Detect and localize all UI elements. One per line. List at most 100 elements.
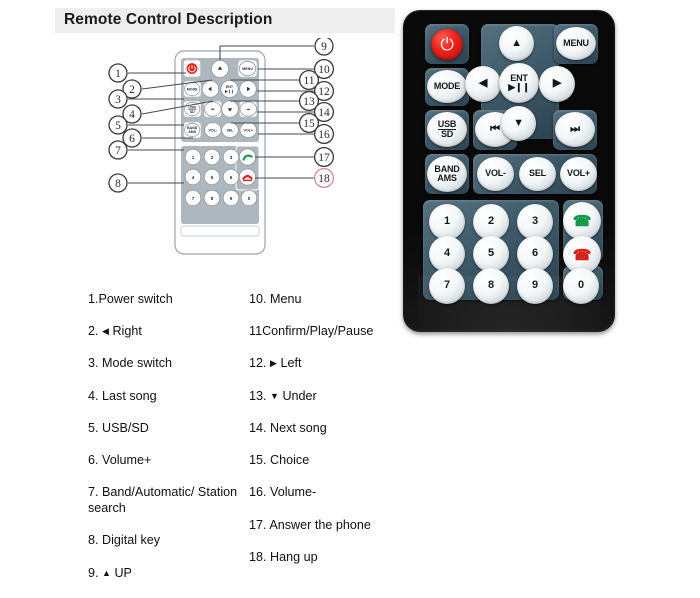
legend-item-7: 7. Band/Automatic/ Station search bbox=[88, 485, 248, 516]
legend-num-8: 8. bbox=[88, 533, 99, 548]
ams-label: AMS bbox=[437, 173, 457, 183]
photo-key-5[interactable]: 5 bbox=[473, 236, 509, 272]
svg-text:8: 8 bbox=[211, 196, 214, 201]
photo-key-0[interactable]: 0 bbox=[563, 268, 599, 304]
legend-text-9: UP bbox=[114, 565, 132, 580]
svg-text:MODE: MODE bbox=[187, 88, 198, 92]
photo-volume-up-button[interactable]: VOL+ bbox=[560, 157, 597, 191]
legend-item-15: 15. Choice bbox=[249, 453, 424, 469]
photo-sel-button[interactable]: SEL bbox=[519, 157, 556, 191]
legend-num-10: 10. bbox=[249, 292, 267, 306]
legend-num-13: 13. bbox=[249, 388, 267, 403]
svg-text:USB: USB bbox=[188, 105, 196, 109]
photo-up-button[interactable]: ▲ bbox=[499, 26, 534, 61]
legend-text-15: Choice bbox=[270, 453, 310, 468]
photo-next-track-button[interactable]: ⏭ bbox=[555, 112, 595, 147]
legend-text-17: Answer the phone bbox=[269, 517, 371, 532]
key-9-label: 9 bbox=[532, 279, 538, 292]
legend-item-2: 2. ◀ Right bbox=[88, 324, 248, 340]
left-triangle-icon: ◀ bbox=[478, 77, 488, 90]
legend-num-5: 5. bbox=[88, 420, 99, 435]
key-3-label: 3 bbox=[532, 215, 538, 228]
svg-text:AMS: AMS bbox=[188, 130, 197, 134]
legend-column-right: 10. Menu 11Confirm/Play/Pause 12. ▶ Left… bbox=[249, 292, 424, 582]
legend-item-13: 13. ▼ Under bbox=[249, 389, 424, 405]
key-0-label: 0 bbox=[578, 279, 584, 292]
legend-item-5: 5. USB/SD bbox=[88, 421, 248, 437]
legend-text-14: Next song bbox=[270, 420, 327, 435]
right-triangle-icon: ▶ bbox=[270, 358, 277, 369]
photo-band-ams-button[interactable]: BAND AMS bbox=[427, 156, 467, 192]
photo-key-4[interactable]: 4 bbox=[429, 236, 465, 272]
key-5-label: 5 bbox=[488, 247, 494, 260]
photo-power-button[interactable]: ⏻ bbox=[431, 29, 463, 60]
legend-item-10: 10. Menu bbox=[249, 292, 424, 308]
legend-item-14: 14. Next song bbox=[249, 421, 424, 437]
key-4-label: 4 bbox=[444, 247, 450, 260]
legend-text-18: Hang up bbox=[270, 549, 318, 564]
hang-up-icon: ☎ bbox=[572, 246, 592, 264]
legend-text-8: Digital key bbox=[102, 533, 161, 548]
answer-call-icon: ☎ bbox=[572, 212, 592, 230]
right-triangle-icon: ▶ bbox=[552, 77, 562, 90]
previous-track-icon: ⏮ bbox=[490, 122, 500, 135]
photo-answer-call-button[interactable]: ☎ bbox=[563, 202, 601, 240]
photo-usb-sd-button[interactable]: USB SD bbox=[427, 112, 467, 147]
remote-control-callout-diagram: .cb { fill:#ffffff; stroke:#3b3b3b; stro… bbox=[100, 38, 360, 273]
legend-text-6: Volume+ bbox=[102, 453, 152, 468]
mode-label: MODE bbox=[433, 80, 461, 91]
legend-num-4: 4. bbox=[88, 388, 99, 403]
legend-item-16: 16. Volume- bbox=[249, 485, 424, 501]
photo-key-2[interactable]: 2 bbox=[473, 204, 509, 240]
legend-item-18: 18. Hang up bbox=[249, 550, 424, 566]
key-1-label: 1 bbox=[444, 215, 450, 228]
photo-mode-button[interactable]: MODE bbox=[427, 70, 467, 103]
svg-text:11: 11 bbox=[303, 75, 314, 87]
svg-text:18: 18 bbox=[318, 173, 330, 185]
legend-item-12: 12. ▶ Left bbox=[249, 356, 424, 372]
svg-text:VOL-: VOL- bbox=[209, 129, 218, 133]
legend-num-16: 16. bbox=[249, 485, 267, 500]
svg-text:2: 2 bbox=[129, 84, 135, 96]
svg-text:ENT: ENT bbox=[226, 85, 234, 89]
next-track-icon: ⏭ bbox=[570, 122, 580, 135]
legend-text-7: Band/Automatic/ Station search bbox=[88, 485, 238, 516]
photo-key-1[interactable]: 1 bbox=[429, 204, 465, 240]
svg-text:1: 1 bbox=[192, 155, 195, 160]
legend-num-9: 9. bbox=[88, 565, 99, 580]
svg-text:5: 5 bbox=[115, 120, 121, 132]
photo-left-button[interactable]: ◀ bbox=[465, 66, 501, 102]
legend-text-16: Volume- bbox=[270, 485, 317, 500]
svg-text:6: 6 bbox=[129, 133, 135, 145]
svg-text:13: 13 bbox=[303, 96, 315, 108]
svg-text:5: 5 bbox=[211, 175, 214, 180]
legend-item-9: 9. ▲ UP bbox=[88, 566, 248, 582]
legend-num-6: 6. bbox=[88, 453, 99, 468]
legend-item-17: 17. Answer the phone bbox=[249, 518, 424, 534]
sel-label: SEL bbox=[529, 168, 546, 179]
svg-text:SD: SD bbox=[190, 110, 195, 114]
photo-menu-button[interactable]: MENU bbox=[556, 27, 596, 60]
legend-item-4: 4. Last song bbox=[88, 389, 248, 405]
page-title: Remote Control Description bbox=[64, 11, 273, 28]
key-6-label: 6 bbox=[532, 247, 538, 260]
svg-text:17: 17 bbox=[318, 152, 330, 164]
photo-key-6[interactable]: 6 bbox=[517, 236, 553, 272]
up-triangle-icon: ▲ bbox=[511, 36, 522, 49]
svg-text:3: 3 bbox=[115, 94, 121, 106]
legend-num-1: 1. bbox=[88, 292, 99, 306]
svg-text:VOL+: VOL+ bbox=[244, 129, 254, 133]
photo-ent-play-pause-button[interactable]: ENT ▶❙❙ bbox=[499, 63, 539, 103]
down-triangle-icon: ▼ bbox=[513, 116, 524, 129]
legend-num-2: 2. bbox=[88, 324, 99, 339]
legend-num-11: 11 bbox=[249, 324, 263, 339]
photo-down-button[interactable]: ▼ bbox=[501, 106, 536, 141]
photo-key-7[interactable]: 7 bbox=[429, 268, 465, 304]
photo-key-8[interactable]: 8 bbox=[473, 268, 509, 304]
photo-key-9[interactable]: 9 bbox=[517, 268, 553, 304]
photo-right-button[interactable]: ▶ bbox=[539, 66, 575, 102]
photo-key-3[interactable]: 3 bbox=[517, 204, 553, 240]
power-icon: ⏻ bbox=[440, 35, 454, 54]
photo-volume-down-button[interactable]: VOL- bbox=[477, 157, 514, 191]
legend-item-11: 11Confirm/Play/Pause bbox=[249, 324, 424, 340]
